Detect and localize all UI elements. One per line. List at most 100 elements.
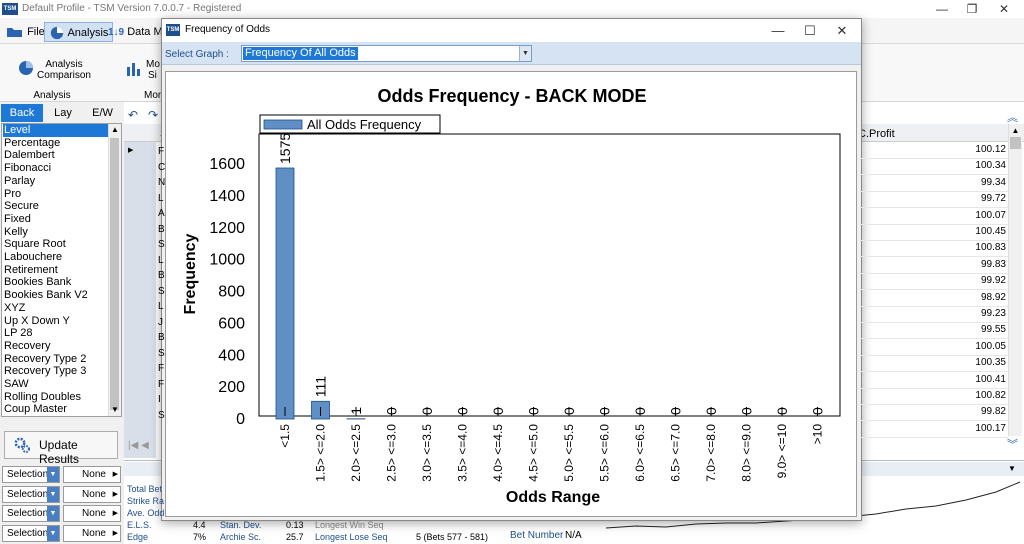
analysis-comparison-label[interactable]: Analysis Comparison [34, 59, 94, 81]
tab-each-way[interactable]: E/W [83, 104, 122, 122]
chevron-down-icon[interactable]: ▼ [47, 525, 59, 541]
grid-row-letter[interactable]: S [158, 348, 165, 359]
selection-type-dropdown[interactable]: Selection ▼ [2, 466, 60, 483]
grid-row-letter[interactable]: A [158, 208, 165, 219]
chevron-down-icon[interactable]: ▼ [47, 506, 59, 521]
grid-row-letter[interactable]: S [158, 286, 165, 297]
profit-cell[interactable]: 100.07 [900, 210, 1006, 221]
grid-row-letter[interactable]: F [158, 146, 164, 157]
profit-cell[interactable]: 100.82 [900, 391, 1006, 401]
staking-plan-item[interactable]: Labouchere [4, 251, 62, 264]
collapse-up-icon[interactable]: ︽ [1007, 109, 1018, 125]
staking-plan-list[interactable]: Level Percentage Dalembert Fibonacci Parlay P… [1, 123, 122, 417]
profit-cell[interactable]: 99.92 [900, 276, 1006, 286]
staking-plan-item[interactable]: Recovery [4, 340, 50, 353]
staking-plan-item[interactable]: Bookies Bank V2 [4, 289, 88, 302]
tab-back[interactable]: Back [1, 104, 43, 122]
profit-cell[interactable]: 99.72 [900, 194, 1006, 204]
chevron-right-icon[interactable]: ▶ [113, 487, 118, 502]
chevron-down-icon[interactable]: ▼ [519, 46, 531, 61]
grid-row-letter[interactable]: N [158, 177, 165, 188]
staking-list-scroll-thumb[interactable] [110, 138, 119, 410]
grid-row-letter[interactable]: F [158, 363, 164, 374]
staking-plan-item[interactable]: Parlay [4, 175, 35, 188]
staking-plan-item[interactable]: Rolling Doubles [4, 391, 81, 404]
staking-plan-item[interactable]: LP 28 [4, 327, 33, 340]
dialog-close-button[interactable]: ✕ [826, 19, 858, 42]
grid-row-letter[interactable]: L [158, 301, 164, 312]
chevron-right-icon[interactable]: ▶ [113, 526, 118, 541]
staking-plan-item[interactable]: Kelly [4, 226, 28, 239]
staking-plan-item[interactable]: Up X Down Y [4, 315, 70, 328]
scroll-down-icon[interactable]: ▼ [110, 405, 120, 414]
analysis-comparison-button[interactable] [18, 60, 34, 79]
profit-cell[interactable]: 99.34 [900, 177, 1006, 188]
chevron-down-icon[interactable]: ▼ [47, 467, 59, 482]
minimize-button[interactable]: — [926, 0, 958, 18]
profit-cell[interactable]: 100.41 [900, 374, 1006, 385]
selection-value-dropdown[interactable]: None ▶ [63, 466, 121, 483]
staking-plan-item[interactable]: Fixed [4, 213, 31, 226]
profit-cell[interactable]: 100.45 [900, 227, 1006, 237]
grid-row-letter[interactable]: B [158, 332, 165, 343]
profit-cell[interactable]: 99.23 [900, 309, 1006, 319]
tab-file[interactable]: File [2, 22, 49, 42]
grid-row-letter[interactable]: F [158, 379, 164, 390]
undo-icon[interactable]: ↶ [128, 108, 138, 122]
chevron-down-icon[interactable]: ▼ [47, 486, 59, 502]
staking-plan-item[interactable]: Percentage [4, 137, 60, 150]
profit-cell[interactable]: 100.12 [900, 145, 1006, 155]
profit-cell[interactable]: 99.83 [900, 259, 1006, 270]
staking-plan-item[interactable]: Fibonacci [4, 162, 51, 175]
grid-row-letter[interactable]: L [158, 193, 164, 204]
selection-type-dropdown[interactable]: Selection ▼ [2, 524, 60, 542]
staking-plan-item[interactable]: Recovery Type 2 [4, 353, 86, 366]
profit-cell[interactable]: 99.82 [900, 407, 1006, 417]
expand-down-icon[interactable]: ︾ [1007, 436, 1018, 452]
restore-button[interactable]: ❐ [956, 0, 988, 18]
profit-cell[interactable]: 100.34 [900, 161, 1006, 171]
close-button[interactable]: ✕ [988, 0, 1020, 18]
grid-row-letter[interactable]: B [158, 224, 165, 235]
staking-plan-item[interactable]: Square Root [4, 238, 66, 251]
staking-plan-item[interactable]: Pro [4, 188, 21, 201]
chevron-right-icon[interactable]: ▶ [113, 467, 118, 482]
profit-cell[interactable]: 100.35 [900, 358, 1006, 368]
grid-row-letter[interactable]: S [158, 410, 165, 421]
staking-plan-item[interactable]: Retirement [4, 264, 58, 277]
staking-plan-item[interactable]: Secure [4, 200, 39, 213]
staking-plan-item[interactable]: Coup Master [4, 403, 67, 416]
staking-plan-item[interactable]: XYZ [4, 302, 25, 315]
grid-row-letter[interactable]: J [158, 317, 163, 328]
profit-cell[interactable]: 98.92 [900, 292, 1006, 303]
grid-row-letter[interactable]: C [158, 162, 165, 173]
dialog-maximize-button[interactable]: ☐ [794, 19, 826, 42]
update-results-button[interactable]: Update Results [4, 431, 118, 466]
scroll-up-icon[interactable]: ▲ [110, 125, 120, 134]
chevron-right-icon[interactable]: ▶ [113, 506, 118, 521]
profit-cell[interactable]: 100.83 [900, 243, 1006, 253]
stats-collapse-icon[interactable]: ▼ [1008, 464, 1016, 473]
dialog-minimize-button[interactable]: — [762, 19, 794, 42]
selection-type-dropdown[interactable]: Selection ▼ [2, 485, 60, 503]
staking-plan-item[interactable]: Bookies Bank [4, 276, 71, 289]
selection-value-dropdown[interactable]: None ▶ [63, 505, 121, 522]
tab-lay[interactable]: Lay [43, 104, 83, 122]
grid-row-letter[interactable]: I [158, 394, 161, 405]
staking-plan-item[interactable]: Dalembert [4, 149, 55, 162]
selection-value-dropdown[interactable]: None ▶ [63, 485, 121, 503]
grid-row-letter[interactable]: B [158, 270, 165, 281]
profit-cell[interactable]: 100.05 [900, 341, 1006, 352]
grid-scrollbar[interactable] [1008, 124, 1022, 436]
selection-value-dropdown[interactable]: None ▶ [63, 524, 121, 542]
tab-analysis[interactable]: Analysis [44, 22, 114, 42]
nav-first-icon[interactable]: |◀ ◀ [128, 440, 149, 451]
selection-type-dropdown[interactable]: Selection ▼ [2, 505, 60, 522]
grid-scroll-thumb[interactable] [1010, 137, 1021, 149]
grid-row-letter[interactable]: S [158, 239, 165, 250]
staking-plan-item[interactable]: SAW [4, 378, 29, 391]
grid-row-letter[interactable]: L [158, 255, 164, 266]
monte-carlo-button[interactable] [126, 61, 142, 80]
select-graph-dropdown[interactable]: Frequency Of All Odds ▼ [241, 45, 532, 62]
redo-icon[interactable]: ↷ [148, 108, 158, 122]
